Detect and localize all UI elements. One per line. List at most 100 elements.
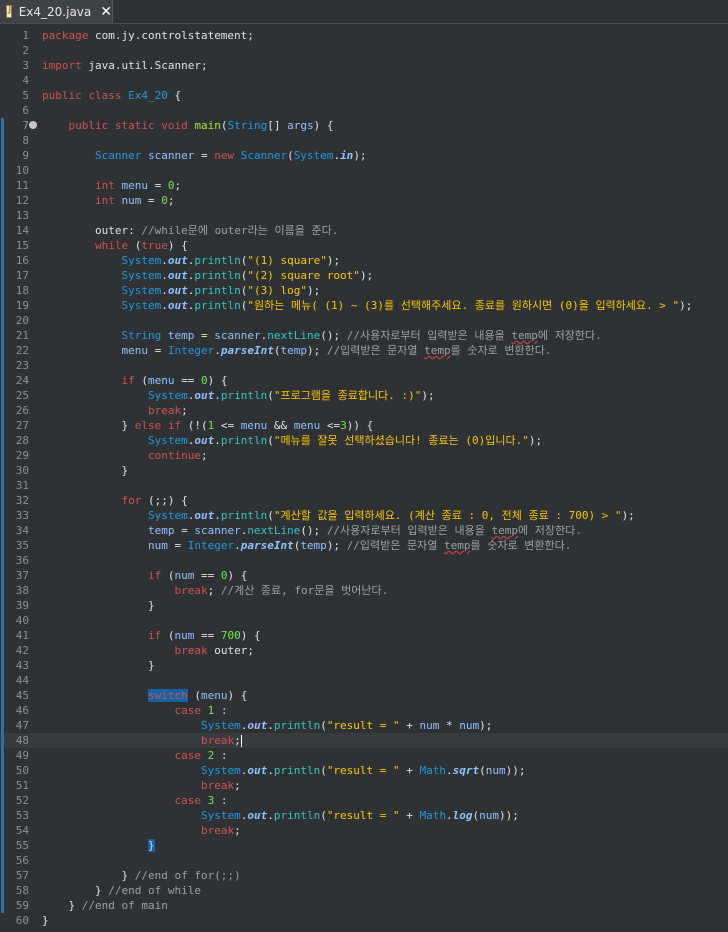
code-line[interactable]: 53 System.out.println("result = " + Math… — [0, 808, 728, 823]
code-line[interactable]: 49 case 2 : — [0, 748, 728, 763]
code-line[interactable]: 32 for (;;) { — [0, 493, 728, 508]
code-line[interactable]: 15 while (true) { — [0, 238, 728, 253]
code-token: if — [147, 569, 162, 582]
code-text: continue; — [42, 448, 208, 463]
line-number: 11 — [15, 179, 29, 192]
code-line[interactable]: 36 — [0, 553, 728, 568]
code-token: ( — [161, 569, 175, 582]
code-line[interactable]: 56 — [0, 853, 728, 868]
line-number: 59 — [15, 899, 29, 912]
code-line[interactable]: 25 System.out.println("프로그램을 종료합니다. :)")… — [0, 388, 728, 403]
code-line[interactable]: 14 outer: //while문에 outer라는 이름을 준다. — [0, 223, 728, 238]
code-line[interactable]: 54 break; — [0, 823, 728, 838]
code-token: = — [141, 194, 162, 207]
code-text: int menu = 0; — [42, 178, 181, 193]
code-text: } — [42, 598, 155, 613]
code-line[interactable]: 29 continue; — [0, 448, 728, 463]
code-line[interactable]: 38 break; //계산 종료, for문을 벗어난다. — [0, 583, 728, 598]
code-line[interactable]: 10 — [0, 163, 728, 178]
code-line[interactable]: 59 } //end of main — [0, 898, 728, 913]
tab-ex4-20-java[interactable]: Ex4_20.java ✕ — [0, 0, 113, 23]
code-line[interactable]: 40 — [0, 613, 728, 628]
line-number: 45 — [15, 689, 29, 702]
code-token: System — [147, 509, 188, 522]
code-line[interactable]: 24 if (menu == 0) { — [0, 373, 728, 388]
code-line[interactable]: 46 case 1 : — [0, 703, 728, 718]
code-line[interactable]: 42 break outer; — [0, 643, 728, 658]
code-line[interactable]: 44 — [0, 673, 728, 688]
code-token: System — [121, 254, 162, 267]
code-line[interactable]: 3 import java.util.Scanner; — [0, 58, 728, 73]
code-line[interactable]: 23 — [0, 358, 728, 373]
code-line[interactable]: 9 Scanner scanner = new Scanner(System.i… — [0, 148, 728, 163]
code-line[interactable]: 16 System.out.println("(1) square"); — [0, 253, 728, 268]
code-line[interactable]: 51 break; — [0, 778, 728, 793]
code-line[interactable]: 7 public static void main(String[] args)… — [0, 118, 728, 133]
code-line[interactable]: 4 — [0, 73, 728, 88]
code-line[interactable]: 31 — [0, 478, 728, 493]
code-line[interactable]: 12 int num = 0; — [0, 193, 728, 208]
code-line[interactable]: 43 } — [0, 658, 728, 673]
code-token: 0 — [161, 194, 168, 207]
code-editor[interactable]: 1 package com.jy.controlstatement; 2 3 impor… — [0, 24, 728, 932]
code-line[interactable]: 19 System.out.println("원하는 메뉴( (1) ~ (3)… — [0, 298, 728, 313]
code-line[interactable]: 57 } //end of for(;;) — [0, 868, 728, 883]
code-token: temp — [511, 329, 538, 342]
code-line[interactable]: 8 — [0, 133, 728, 148]
code-token: } — [42, 899, 82, 912]
code-token: //end of while — [108, 884, 201, 897]
code-line[interactable]: 45 switch (menu) { — [0, 688, 728, 703]
code-line[interactable]: 48 break; — [0, 733, 728, 748]
code-line[interactable]: 55 } — [0, 838, 728, 853]
code-token: int — [94, 179, 115, 192]
code-line[interactable]: 22 menu = Integer.parseInt(temp); //입력받은… — [0, 343, 728, 358]
code-token: System — [147, 434, 188, 447]
code-line[interactable]: 5 public class Ex4_20 { — [0, 88, 728, 103]
code-line[interactable]: 11 int menu = 0; — [0, 178, 728, 193]
code-token: "result = " — [326, 809, 400, 822]
fold-toggle-icon[interactable] — [29, 121, 37, 129]
code-token: println — [273, 809, 321, 822]
code-line[interactable]: 18 System.out.println("(3) log"); — [0, 283, 728, 298]
code-line[interactable]: 21 String temp = scanner.nextLine(); //사… — [0, 328, 728, 343]
code-line[interactable]: 17 System.out.println("(2) square root")… — [0, 268, 728, 283]
close-icon[interactable]: ✕ — [100, 5, 112, 19]
code-line[interactable]: 47 System.out.println("result = " + num … — [0, 718, 728, 733]
code-token: ( — [267, 509, 274, 522]
code-token: ) { — [313, 119, 334, 132]
code-token: . — [446, 809, 453, 822]
code-line[interactable]: 50 System.out.println("result = " + Math… — [0, 763, 728, 778]
code-line[interactable]: 60} — [0, 913, 728, 928]
code-line[interactable]: 1 package com.jy.controlstatement; — [0, 28, 728, 43]
code-token: Scanner — [240, 149, 288, 162]
code-line[interactable]: 35 num = Integer.parseInt(temp); //입력받은 … — [0, 538, 728, 553]
code-line[interactable]: 13 — [0, 208, 728, 223]
code-line[interactable]: 2 — [0, 43, 728, 58]
code-line[interactable]: 6 — [0, 103, 728, 118]
code-line[interactable]: 33 System.out.println("계산할 값을 입력하세요. (계산… — [0, 508, 728, 523]
code-token: = — [147, 344, 168, 357]
code-text: break; //계산 종료, for문을 벗어난다. — [42, 583, 388, 598]
code-token: "프로그램을 종료합니다. :)" — [273, 389, 422, 402]
code-line[interactable]: 41 if (num == 700) { — [0, 628, 728, 643]
code-token: ; — [234, 734, 241, 747]
code-line[interactable]: 58 } //end of while — [0, 883, 728, 898]
code-text: break outer; — [42, 643, 253, 658]
line-number: 47 — [15, 719, 29, 732]
code-line[interactable]: 37 if (num == 0) { — [0, 568, 728, 583]
code-line[interactable]: 34 temp = scanner.nextLine(); //사용자로부터 입… — [0, 523, 728, 538]
code-line[interactable]: 27 } else if (!(1 <= menu && menu <=3)) … — [0, 418, 728, 433]
code-text: } — [42, 463, 128, 478]
code-token: for — [121, 494, 142, 507]
code-line[interactable]: 52 case 3 : — [0, 793, 728, 808]
code-line[interactable]: 39 } — [0, 598, 728, 613]
code-line[interactable]: 26 break; — [0, 403, 728, 418]
code-line[interactable]: 28 System.out.println("메뉴를 잘못 선택하셨습니다! 종… — [0, 433, 728, 448]
code-token: ( — [267, 389, 274, 402]
code-line[interactable]: 30 } — [0, 463, 728, 478]
code-line[interactable]: 20 — [0, 313, 728, 328]
code-token: //사용자로부터 입력받은 내용을 — [326, 524, 492, 537]
